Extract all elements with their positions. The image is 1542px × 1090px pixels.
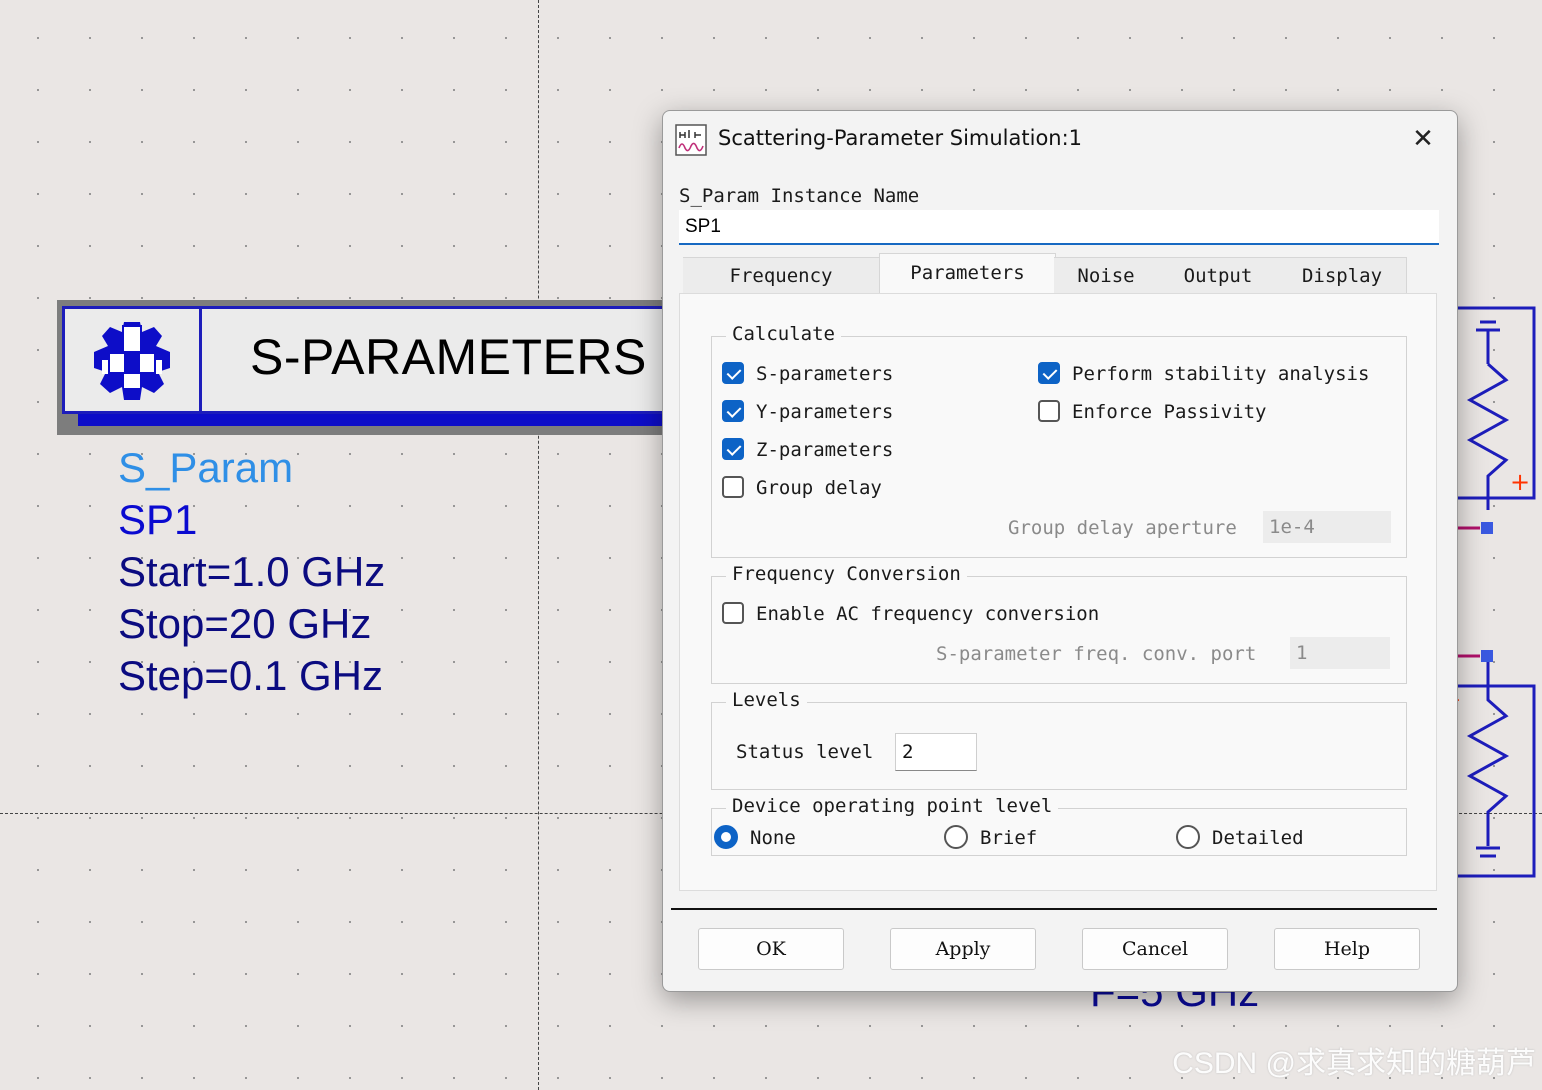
z-parameters-checkbox[interactable]	[722, 438, 744, 460]
dialog-titlebar[interactable]: Scattering-Parameter Simulation:1 ✕	[663, 111, 1457, 167]
levels-group: Levels Status level	[711, 689, 1407, 790]
radio-brief-label: Brief	[980, 827, 1038, 849]
radio-detailed-label: Detailed	[1212, 827, 1304, 849]
conv-port-input[interactable]	[1290, 637, 1390, 669]
component-shadow	[78, 414, 698, 426]
enable-ac-conversion-label: Enable AC frequency conversion	[756, 603, 1100, 625]
frequency-conversion-group: Frequency Conversion Enable AC frequency…	[711, 563, 1407, 684]
close-icon: ✕	[1412, 124, 1434, 154]
sparam-dialog[interactable]: Scattering-Parameter Simulation:1 ✕ S_Pa…	[662, 110, 1458, 992]
param-start: Start=1.0 GHz	[118, 548, 386, 595]
simulation-app-icon	[675, 124, 707, 156]
ok-button[interactable]: OK	[698, 928, 844, 970]
group-delay-checkbox[interactable]	[722, 476, 744, 498]
enable-ac-conversion-checkbox[interactable]	[722, 602, 744, 624]
component-icon-cell	[65, 309, 202, 411]
dialog-title: Scattering-Parameter Simulation:1	[718, 126, 1083, 150]
instance-name-input[interactable]	[679, 210, 1439, 245]
parameters-panel: Calculate S-parameters Y-parameters Z-pa…	[679, 293, 1437, 891]
passivity-label: Enforce Passivity	[1072, 401, 1267, 423]
stability-checkbox[interactable]	[1038, 362, 1060, 384]
passivity-checkbox[interactable]	[1038, 400, 1060, 422]
group-delay-label: Group delay	[756, 477, 882, 499]
radio-brief[interactable]	[944, 825, 968, 849]
frequency-conversion-title: Frequency Conversion	[726, 563, 967, 585]
help-button[interactable]: Help	[1274, 928, 1420, 970]
calculate-group: Calculate S-parameters Y-parameters Z-pa…	[711, 323, 1407, 558]
z-parameters-label: Z-parameters	[756, 439, 894, 461]
button-separator	[671, 908, 1437, 910]
status-level-label: Status level	[736, 741, 874, 763]
tab-display[interactable]: Display	[1278, 257, 1407, 294]
aperture-input[interactable]	[1263, 511, 1391, 543]
y-parameters-label: Y-parameters	[756, 401, 894, 423]
tab-output[interactable]: Output	[1158, 257, 1279, 294]
radio-none[interactable]	[714, 825, 738, 849]
tab-noise[interactable]: Noise	[1054, 257, 1159, 294]
apply-button[interactable]: Apply	[890, 928, 1036, 970]
stability-label: Perform stability analysis	[1072, 363, 1370, 385]
radio-detailed[interactable]	[1176, 825, 1200, 849]
device-op-group: Device operating point level None Brief …	[711, 795, 1407, 856]
aperture-label: Group delay aperture	[1008, 517, 1237, 539]
tab-frequency[interactable]: Frequency	[683, 257, 880, 294]
component-type-label: S_Param	[118, 444, 294, 491]
vertical-guide-line	[538, 0, 539, 1090]
status-level-input[interactable]	[895, 733, 977, 771]
cancel-button[interactable]: Cancel	[1082, 928, 1228, 970]
watermark-text: CSDN @求真求知的糖葫芦	[1172, 1047, 1536, 1080]
calculate-group-title: Calculate	[726, 323, 841, 345]
s-parameters-checkbox[interactable]	[722, 362, 744, 384]
y-parameters-checkbox[interactable]	[722, 400, 744, 422]
conv-port-label: S-parameter freq. conv. port	[936, 643, 1257, 665]
param-stop: Stop=20 GHz	[118, 600, 372, 647]
svg-text:+: +	[1510, 468, 1530, 496]
close-button[interactable]: ✕	[1403, 123, 1443, 155]
gear-blocks-icon	[94, 322, 170, 400]
component-title: S-PARAMETERS	[250, 329, 647, 385]
instance-label: SP1	[118, 496, 198, 543]
s-parameters-label: S-parameters	[756, 363, 894, 385]
levels-title: Levels	[726, 689, 807, 711]
radio-none-label: None	[750, 827, 796, 849]
tab-parameters[interactable]: Parameters	[879, 253, 1056, 296]
device-op-title: Device operating point level	[726, 795, 1059, 817]
param-step: Step=0.1 GHz	[118, 652, 383, 699]
instance-name-label: S_Param Instance Name	[679, 185, 920, 207]
